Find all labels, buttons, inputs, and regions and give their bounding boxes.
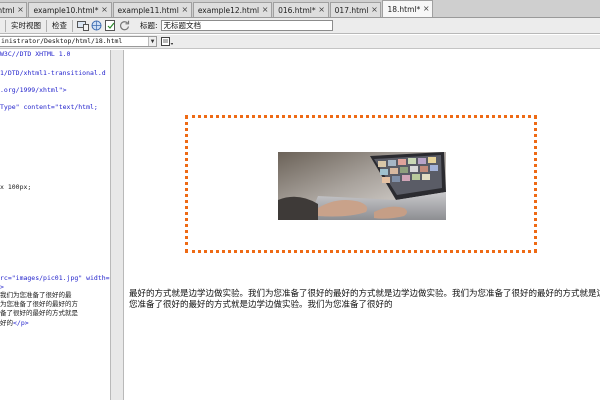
code-line: 为您准备了很好的最好的方 [0, 300, 78, 308]
editor-window: .html× example10.html*× example11.html× … [0, 0, 600, 400]
tab-label: 016.html* [278, 5, 316, 15]
tab-label: example12.html [197, 5, 260, 15]
toolbar-divider [72, 19, 73, 32]
tab-18[interactable]: 18.html* × [382, 0, 434, 17]
tab-label: example10.html* [33, 5, 99, 15]
close-icon[interactable]: × [101, 6, 109, 14]
document-title-input[interactable]: 无标题文档 [160, 20, 333, 31]
live-view-label: 实时视图 [11, 21, 41, 30]
tab-html[interactable]: .html× [0, 2, 28, 17]
code-token: 1/DTD/xhtml1-transitional.d [0, 69, 106, 77]
design-view[interactable]: 最好的方式就是边学边做实验。我们为您准备了很好的最好的方式就是边学边做实验。我们… [124, 50, 600, 400]
code-line: x 100px; [0, 183, 31, 191]
close-icon[interactable]: × [181, 6, 189, 14]
code-token: 我们为您准备了很好的最 [0, 291, 72, 299]
code-line: W3C//DTD XHTML 1.0 [0, 50, 70, 58]
inspect-label: 检查 [52, 21, 67, 30]
tab-example11[interactable]: example11.html × [112, 2, 192, 17]
tab-example12[interactable]: example12.html × [192, 2, 273, 17]
code-token: 备了很好的最好的方式就是 [0, 309, 78, 317]
title-label: 标题: [140, 21, 158, 30]
validate-icon[interactable] [104, 20, 117, 32]
image-container[interactable] [185, 115, 537, 253]
close-icon[interactable]: × [370, 6, 378, 14]
tab-example10[interactable]: example10.html* × [28, 2, 112, 17]
multiscreen-icon[interactable] [76, 20, 89, 32]
browser-preview-icon[interactable] [90, 20, 103, 32]
document-toolbar: 实时视图 检查 标题: 无标题文档 [0, 18, 600, 34]
body-paragraph: 最好的方式就是边学边做实验。我们为您准备了很好的最好的方式就是边学边做实验。我们… [129, 289, 600, 310]
close-icon[interactable]: × [261, 6, 269, 14]
code-token: 好的 [0, 319, 13, 327]
code-line: 1/DTD/xhtml1-transitional.d [0, 69, 106, 77]
chevron-down-icon[interactable]: ▼ [148, 37, 156, 46]
code-token: x 100px; [0, 183, 32, 191]
tab-label: .html [0, 5, 15, 15]
live-view-button[interactable]: 实时视图 [9, 20, 43, 32]
toolbar-divider [5, 19, 6, 32]
refresh-icon[interactable] [118, 20, 131, 32]
code-token: > [0, 283, 4, 291]
code-line: 我们为您准备了很好的最 [0, 291, 72, 299]
code-token: .org/1999/xhtml"> [0, 86, 67, 94]
tab-label: 017.html [334, 5, 369, 15]
pane-splitter[interactable] [110, 50, 124, 400]
close-icon[interactable]: × [318, 6, 326, 14]
code-token: 为您准备了很好的最好的方 [0, 300, 78, 308]
tab-label: example11.html [117, 5, 179, 15]
tab-017[interactable]: 017.html × [329, 2, 382, 17]
code-line: Type" content="text/html; [0, 103, 98, 111]
address-path: inistrator/Desktop/html/18.html [1, 37, 123, 45]
visual-aids-icon[interactable] [161, 36, 173, 47]
close-icon[interactable]: × [422, 5, 430, 13]
code-line: .org/1999/xhtml"> [0, 86, 67, 94]
inspect-button[interactable]: 检查 [50, 20, 69, 32]
code-token: W3C//DTD XHTML 1.0 [0, 50, 71, 58]
code-token: rc="images/pic01.jpg" width= [0, 274, 110, 282]
laptop-photo[interactable] [278, 152, 446, 220]
address-bar: inistrator/Desktop/html/18.html ▼ [0, 35, 600, 49]
toolbar-divider [46, 19, 47, 32]
tab-label: 18.html* [387, 4, 421, 14]
document-tab-bar: .html× example10.html*× example11.html× … [0, 0, 600, 18]
address-field[interactable]: inistrator/Desktop/html/18.html ▼ [0, 36, 157, 47]
code-view[interactable]: W3C//DTD XHTML 1.0 1/DTD/xhtml1-transiti… [0, 50, 110, 400]
code-token: </p> [13, 319, 29, 327]
code-token: Type" content="text/html; [0, 103, 98, 111]
code-line: 备了很好的最好的方式就是 [0, 309, 78, 317]
code-line: 好的</p> [0, 319, 29, 327]
code-line: rc="images/pic01.jpg" width= [0, 274, 110, 282]
tab-016[interactable]: 016.html* × [273, 2, 329, 17]
close-icon[interactable]: × [16, 6, 24, 14]
code-line: > [0, 283, 4, 291]
